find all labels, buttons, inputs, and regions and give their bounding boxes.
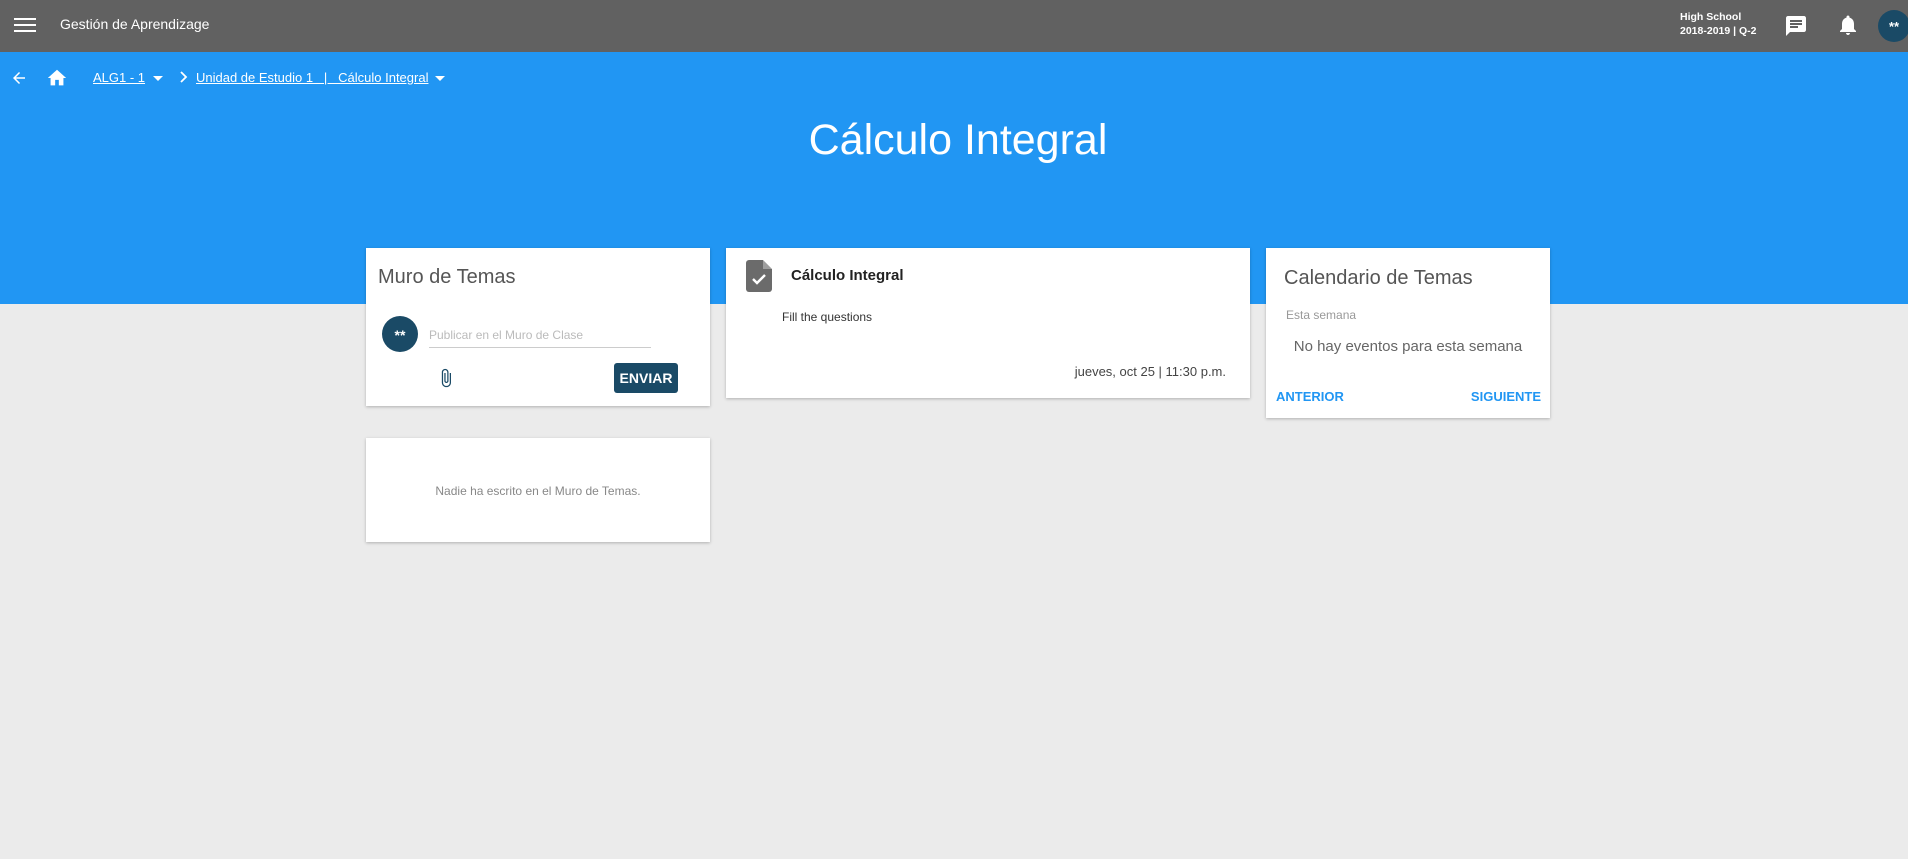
assignment-description: Fill the questions xyxy=(782,310,873,324)
breadcrumb-course[interactable]: ALG1 - 1 xyxy=(93,70,145,85)
calendar-title: Calendario de Temas xyxy=(1284,267,1473,289)
assignment-card[interactable]: Cálculo Integral Fill the questions juev… xyxy=(726,248,1250,398)
chevron-right-icon xyxy=(180,71,188,83)
chevron-down-icon[interactable] xyxy=(153,76,163,81)
assignment-file-icon xyxy=(746,260,772,292)
topic-calendar-card: Calendario de Temas Esta semana No hay e… xyxy=(1266,248,1550,418)
assignment-due-date: jueves, oct 25 | 11:30 p.m. xyxy=(1074,364,1226,379)
arrow-back-icon[interactable] xyxy=(10,69,28,87)
hamburger-menu-icon[interactable] xyxy=(14,15,36,35)
topic-wall-title: Muro de Temas xyxy=(378,266,516,288)
assignment-title[interactable]: Cálculo Integral xyxy=(791,267,904,284)
previous-week-button[interactable]: ANTERIOR xyxy=(1276,389,1344,404)
chevron-down-icon[interactable] xyxy=(435,76,445,81)
school-name: High School xyxy=(1680,11,1742,23)
chat-icon[interactable] xyxy=(1784,14,1808,38)
school-info[interactable]: High School 2018-2019 | Q-2 xyxy=(1680,10,1757,38)
next-week-button[interactable]: SIGUIENTE xyxy=(1471,389,1541,404)
avatar: ** xyxy=(382,316,418,352)
topic-wall-card: Muro de Temas ** ENVIAR xyxy=(366,248,710,406)
calendar-empty-message: No hay eventos para esta semana xyxy=(1293,338,1523,355)
paperclip-icon[interactable] xyxy=(436,366,456,390)
bell-icon[interactable] xyxy=(1836,13,1860,37)
top-app-bar: Gestión de Aprendizage High School 2018-… xyxy=(0,0,1908,52)
school-term: 2018-2019 | Q-2 xyxy=(1680,25,1757,37)
page-title: Cálculo Integral xyxy=(808,116,1108,164)
wall-empty-message: Nadie ha escrito en el Muro de Temas. xyxy=(435,484,641,498)
calendar-week-label: Esta semana xyxy=(1286,308,1357,322)
wall-post-input[interactable] xyxy=(429,322,651,348)
home-icon[interactable] xyxy=(46,67,68,89)
app-title: Gestión de Aprendizage xyxy=(60,16,210,32)
breadcrumb-unit[interactable]: Unidad de Estudio 1 | Cálculo Integral xyxy=(196,70,428,85)
send-button[interactable]: ENVIAR xyxy=(614,363,678,393)
wall-empty-card: Nadie ha escrito en el Muro de Temas. xyxy=(366,438,710,542)
user-avatar[interactable]: ** xyxy=(1878,10,1908,42)
